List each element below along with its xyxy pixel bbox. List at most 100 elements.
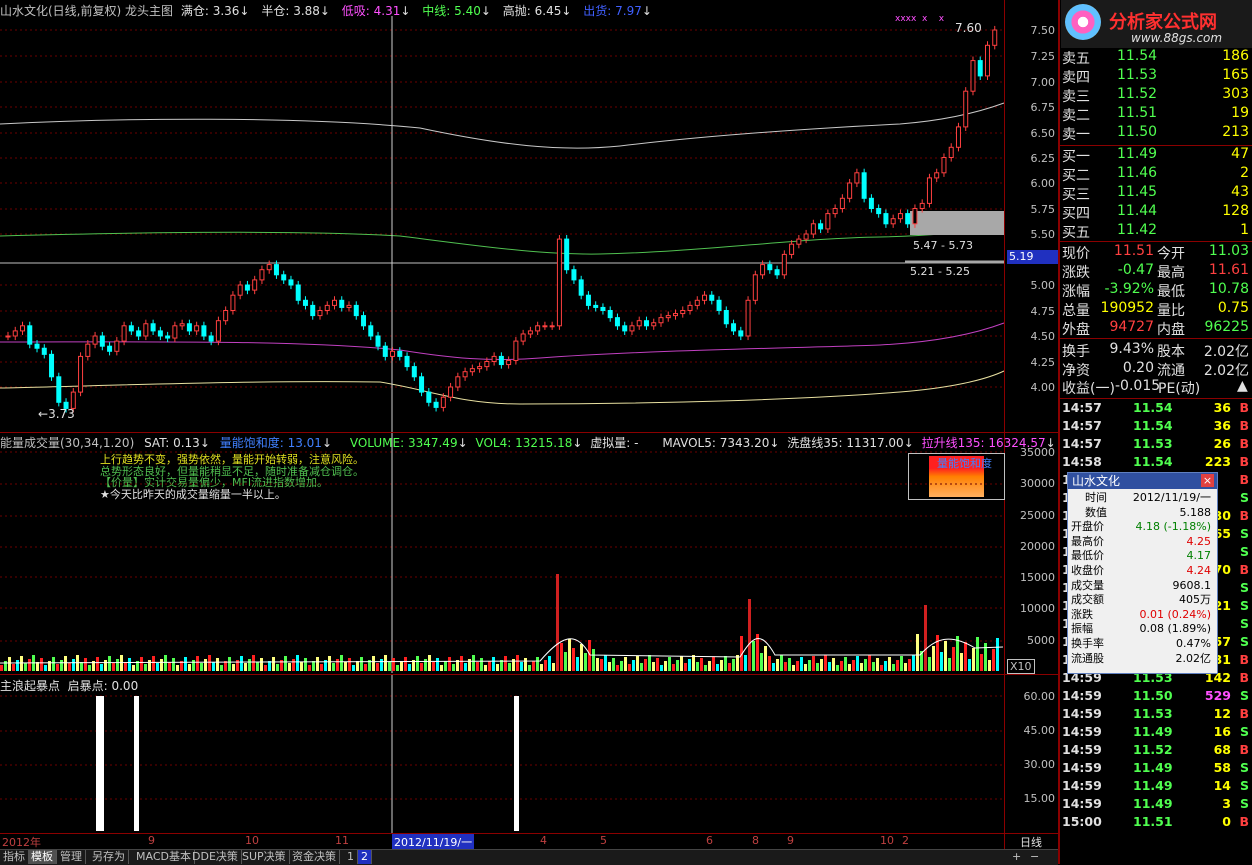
- popup-row: 流通股 2.02亿: [1071, 652, 1213, 667]
- candle-body: [781, 253, 787, 276]
- tab-fund[interactable]: 资金决策: [289, 850, 340, 864]
- tick-price: 11.54: [1133, 400, 1173, 415]
- tick-time: 14:57: [1062, 436, 1102, 451]
- stock-title[interactable]: 山水文化(日线,前复权) 龙头主图: [0, 4, 173, 18]
- tick-side: S: [1239, 598, 1249, 613]
- order-book-row[interactable]: 买三 11.45 43: [1061, 184, 1251, 203]
- tick-time: 14:59: [1062, 742, 1102, 757]
- candle-body: [34, 343, 40, 349]
- volume-tick: 30000: [1020, 477, 1055, 490]
- volume-bar: [444, 661, 447, 671]
- data-popup[interactable]: 山水文化 × 时间 2012/11/19/一 数值 5.188 开盘价 4.18 (…: [1067, 472, 1218, 674]
- order-book-row[interactable]: 卖三 11.52 303: [1061, 86, 1251, 105]
- volume-unit: X10: [1007, 659, 1035, 674]
- order-book-row[interactable]: 卖二 11.51 19: [1061, 105, 1251, 124]
- volume-bar: [184, 657, 187, 671]
- tick-price: 11.54: [1133, 418, 1173, 433]
- tab-macd[interactable]: MACD基本: [133, 850, 195, 864]
- candle-body: [745, 299, 751, 337]
- popup-key: 数值: [1085, 505, 1107, 519]
- candle-body: [223, 310, 229, 322]
- zoom-in-button[interactable]: +: [1012, 850, 1021, 863]
- volume-bar: [568, 639, 571, 671]
- candle-body: [172, 325, 178, 339]
- volume-bar: [776, 659, 779, 671]
- candle-body: [165, 335, 171, 339]
- pe-arrow-icon[interactable]: ▲: [1237, 378, 1248, 394]
- order-volume: 2: [1240, 165, 1249, 181]
- period-label[interactable]: 日线: [1020, 834, 1042, 850]
- range-box-upper: [910, 211, 1005, 235]
- bottom-indicator-chart[interactable]: [0, 675, 1005, 833]
- candle-body: [716, 299, 722, 311]
- popup-key: 最低价: [1071, 549, 1104, 563]
- tab-page-2[interactable]: 2: [358, 850, 372, 864]
- quote-label: 流通: [1157, 363, 1185, 379]
- volume-bar: [516, 655, 519, 671]
- tick-price: 11.49: [1133, 796, 1173, 811]
- order-book-row[interactable]: 买四 11.44 128: [1061, 203, 1251, 222]
- volume-chart[interactable]: [0, 433, 1005, 673]
- volume-bar: [124, 662, 127, 671]
- volume-bar: [592, 649, 595, 671]
- order-book-row[interactable]: 买一 11.49 47: [1061, 146, 1251, 165]
- pe-row: 收益(一) -0.015 PE(动) ▲: [1061, 378, 1251, 397]
- tab-indicator[interactable]: 指标: [0, 850, 29, 864]
- bottom-tick: 30.00: [1023, 758, 1056, 771]
- candlestick-chart[interactable]: [0, 0, 1005, 432]
- candle-body: [331, 299, 337, 306]
- order-book-row[interactable]: 买二 11.46 2: [1061, 165, 1251, 184]
- tab-sup[interactable]: SUP决策: [239, 850, 290, 864]
- volume-bar: [640, 663, 643, 671]
- volume-bar: [288, 663, 291, 671]
- bottom-tick: 15.00: [1023, 792, 1056, 805]
- candle-body: [600, 306, 606, 312]
- volume-bar: [784, 662, 787, 671]
- candle-body: [107, 345, 113, 352]
- candle-body: [448, 386, 454, 398]
- candle-body: [288, 279, 294, 286]
- quote-label: 现价: [1062, 246, 1090, 262]
- flower-logo-icon: [1065, 4, 1101, 40]
- order-book-row[interactable]: 买五 11.42 1: [1061, 222, 1251, 241]
- volume-bar: [116, 659, 119, 671]
- order-book-row[interactable]: 卖四 11.53 165: [1061, 67, 1251, 86]
- tab-manage[interactable]: 管理: [57, 850, 86, 864]
- volume-bar: [220, 665, 223, 671]
- candle-body: [259, 269, 265, 281]
- tab-template[interactable]: 模板: [28, 850, 57, 864]
- volume-bar: [532, 661, 535, 671]
- tab-save-as[interactable]: 另存为: [89, 850, 129, 864]
- volume-bar: [788, 658, 791, 671]
- zoom-out-button[interactable]: −: [1030, 850, 1039, 863]
- volume-bar: [976, 637, 979, 671]
- volume-bar: [988, 660, 991, 671]
- volume-bar: [560, 643, 563, 671]
- candle-body: [353, 304, 359, 317]
- candle-body: [136, 330, 142, 337]
- tab-page-1[interactable]: 1: [344, 850, 358, 864]
- order-book-row[interactable]: 卖五 11.54 186: [1061, 48, 1251, 67]
- volume-bar: [340, 655, 343, 671]
- close-icon[interactable]: ×: [1201, 474, 1214, 487]
- indicator-item: 低吸: 4.31↓: [341, 4, 411, 18]
- volume-bar: [240, 656, 243, 671]
- candle-body: [78, 355, 84, 393]
- volume-bar: [112, 663, 115, 671]
- ma-white-upper: [0, 102, 1005, 149]
- volume-bar: [388, 662, 391, 671]
- price-tick: 7.50: [1030, 24, 1056, 37]
- order-book-row[interactable]: 卖一 11.50 213: [1061, 124, 1251, 143]
- order-price: 11.46: [1117, 165, 1158, 181]
- volume-bar: [848, 664, 851, 671]
- quote-row: 总量 190952 量比 0.75: [1061, 300, 1251, 319]
- quote-row: 换手 9.43% 股本 2.02亿: [1061, 341, 1251, 360]
- candle-body: [157, 330, 163, 337]
- candle-body: [643, 320, 649, 327]
- volume-bar: [300, 662, 303, 671]
- candle-body: [673, 313, 679, 317]
- tab-dde[interactable]: DDE决策: [189, 850, 242, 864]
- tick-price: 11.50: [1133, 688, 1173, 703]
- main-chart-panel[interactable]: [0, 0, 1005, 432]
- logo-url: www.88gs.com: [1131, 31, 1223, 45]
